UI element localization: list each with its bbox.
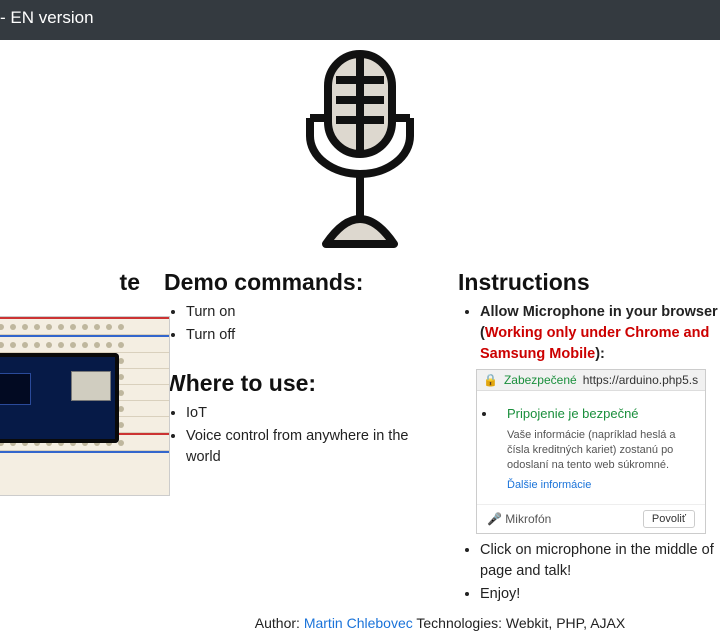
top-bar: - EN version	[0, 0, 720, 40]
mic-label: Mikrofón	[505, 512, 551, 526]
list-item: Allow Microphone in your browser (Workin…	[480, 302, 718, 365]
list-item: Pripojenie je bezpečné Vaše informácie (…	[497, 397, 705, 502]
list-item: IoT	[186, 403, 434, 424]
columns: te Demo commands: Turn on Turn off Where…	[0, 259, 720, 607]
microphone-icon[interactable]	[280, 48, 440, 248]
where-heading: Where to use:	[164, 370, 434, 397]
list-item: Click on microphone in the middle of pag…	[480, 540, 718, 582]
where-list: IoT Voice control from anywhere in the w…	[164, 403, 434, 468]
footer: Author: Martin Chlebovec Technologies: W…	[0, 607, 720, 635]
instr-allow: Allow Microphone in your browser	[480, 304, 718, 320]
paren-close: ):	[595, 346, 605, 362]
instructions-list: Allow Microphone in your browser (Workin…	[458, 302, 718, 365]
card-more-link[interactable]: Ďalšie informácie	[507, 478, 695, 494]
left-heading: te	[0, 269, 140, 296]
hero	[0, 40, 720, 259]
list-item: Turn on	[186, 302, 434, 323]
author-link[interactable]: Martin Chlebovec	[304, 615, 413, 631]
permission-card: 🔒 Zabezpečené https://arduino.php5.s Pri…	[476, 369, 706, 534]
instructions-list-2: Click on microphone in the middle of pag…	[458, 540, 718, 605]
col-right: Instructions Allow Microphone in your br…	[458, 269, 718, 607]
demo-heading: Demo commands:	[164, 269, 434, 296]
mic-row: 🎤 Mikrofón	[487, 512, 551, 526]
list-item: Turn off	[186, 325, 434, 346]
list-item: Voice control from anywhere in the world	[186, 426, 434, 468]
mic-small-icon: 🎤	[487, 512, 502, 526]
allow-button[interactable]: Povoliť	[643, 510, 695, 528]
author-label: Author:	[255, 615, 304, 631]
col-left: te	[0, 269, 140, 607]
card-title: Pripojenie je bezpečné	[507, 405, 695, 424]
lock-icon: 🔒	[483, 373, 498, 387]
card-footer: 🎤 Mikrofón Povoliť	[477, 504, 705, 533]
tech-label: Technologies: Webkit, PHP, AJAX	[413, 615, 625, 631]
card-url-bar: 🔒 Zabezpečené https://arduino.php5.s	[477, 370, 705, 391]
esp-chip	[0, 353, 119, 443]
page-title: - EN version	[0, 8, 94, 27]
demo-list: Turn on Turn off	[164, 302, 434, 346]
card-text: Vaše informácie (napríklad heslá a čísla…	[507, 428, 695, 473]
board-image	[0, 316, 170, 496]
col-mid: Demo commands: Turn on Turn off Where to…	[164, 269, 434, 607]
secure-label: Zabezpečené	[504, 373, 577, 387]
instructions-heading: Instructions	[458, 269, 718, 296]
list-item: Enjoy!	[480, 584, 718, 605]
card-url: https://arduino.php5.s	[583, 373, 698, 387]
